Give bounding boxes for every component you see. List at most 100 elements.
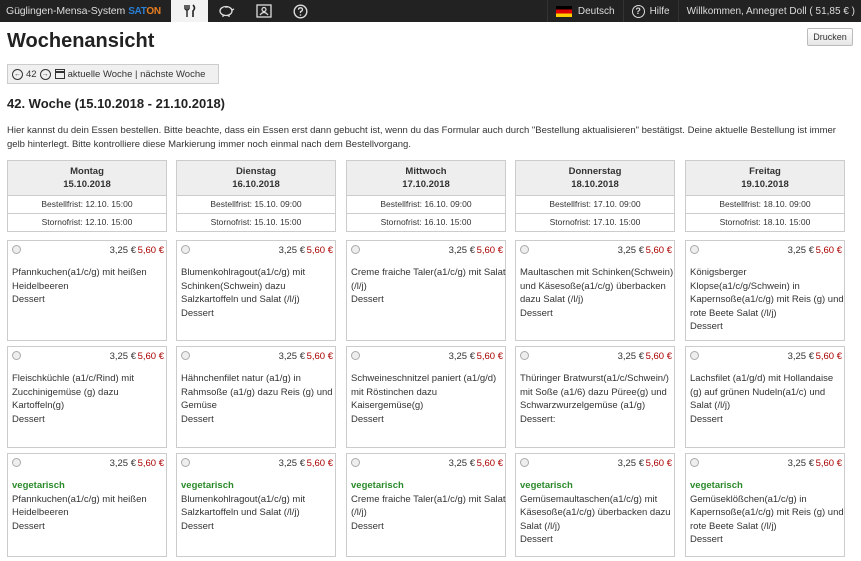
meal-radio[interactable] [351,458,360,467]
meal-dessert: Dessert [12,520,45,532]
meal-card[interactable]: 3,25 €5,60 € Thüringer Bratwurst(a1/c/Sch… [515,346,675,448]
meal-card[interactable]: 3,25 €5,60 € vegetarisch Pfannkuchen(a1/c/… [7,453,167,557]
meal-card[interactable]: 3,25 €5,60 € vegetarisch Creme fraiche Tal… [346,453,506,557]
cancel-deadline: Stornofrist: 17.10. 15:00 [515,214,675,232]
week-links[interactable]: aktuelle Woche | nächste Woche [68,69,206,80]
meal-radio[interactable] [12,351,21,360]
price-member: 3,25 € [617,351,644,362]
meal-text: Hähnchenfilet natur (a1/g) in Rahmsoße (… [181,373,333,411]
cutlery-icon [183,4,195,17]
vegetarian-label: vegetarisch [690,480,743,491]
meal-text: Gemüseklößchen(a1/c/g) in Kapernsoße(a1/… [690,493,844,532]
day-header: Montag 15.10.2018 [7,160,167,196]
meal-radio[interactable] [181,458,190,467]
meal-text: Schweineschnitzel paniert (a1/g/d) mit R… [351,373,497,411]
meal-card[interactable]: 3,25 €5,60 € Königsberger Klopse(a1/c/g/S… [685,240,845,341]
help-icon: ? [631,4,645,18]
meal-text: Blumenkohlragout(a1/c/g) mit Schinken(Sc… [181,267,306,305]
meal-card[interactable]: 3,25 €5,60 € Maultaschen mit Schinken(Sch… [515,240,675,341]
price-member: 3,25 € [617,245,644,256]
previous-week-icon[interactable]: ← [12,68,23,80]
help-link[interactable]: ? Hilfe [622,0,678,22]
meal-radio[interactable] [181,245,190,254]
meal-text: Pfannkuchen(a1/c/g) mit heißen Heidelbee… [12,267,147,292]
meal-card[interactable]: 3,25 €5,60 € Schweineschnitzel paniert (a… [346,346,506,448]
meal-card[interactable]: 3,25 €5,60 € vegetarisch Gemüsemaultaschen… [515,453,675,557]
nav-tab-help[interactable] [282,0,319,22]
meal-dessert: Dessert [12,294,45,305]
nav-tab-piggy-bank[interactable] [208,0,245,22]
cancel-deadline: Stornofrist: 12.10. 15:00 [7,214,167,232]
price-member: 3,25 € [278,351,305,362]
meal-radio[interactable] [351,351,360,360]
meal-radio[interactable] [690,351,699,360]
calendar-icon [54,69,65,79]
vegetarian-label: vegetarisch [351,480,404,491]
meal-description: Blumenkohlragout(a1/c/g) mit Schinken(Sc… [181,266,336,320]
meal-dessert: Dessert [351,294,384,305]
brand[interactable]: Güglingen-Mensa-System SATON [0,0,171,22]
brand-logo: SATON [128,5,161,17]
price-member: 3,25 € [109,245,136,256]
vegetarian-label: vegetarisch [520,480,573,491]
price-guest: 5,60 € [815,351,842,362]
meal-card[interactable]: 3,25 €5,60 € Fleischküchle (a1/c/Rind) mi… [7,346,167,448]
order-deadline: Bestellfrist: 12.10. 15:00 [7,196,167,214]
user-welcome[interactable]: Willkommen, Annegret Doll ( 51,85 € ) [677,0,861,22]
meal-radio[interactable] [12,458,21,467]
question-icon [293,3,308,19]
brand-name[interactable]: Güglingen-Mensa-System [6,5,125,17]
next-week-icon[interactable]: → [39,68,51,80]
meal-card[interactable]: 3,25 €5,60 € Pfannkuchen(a1/c/g) mit heiß… [7,240,167,341]
meal-radio[interactable] [520,351,529,360]
meal-description: vegetarisch Blumenkohlragout(a1/c/g) mit … [181,479,336,533]
day-date: 19.10.2018 [741,178,789,190]
meal-dessert: Dessert [690,534,723,545]
meal-description: Pfannkuchen(a1/c/g) mit heißen Heidelbee… [12,266,167,307]
meal-radio[interactable] [520,245,529,254]
top-navbar: Güglingen-Mensa-System SATON Deutsch ? H… [0,0,861,22]
price-member: 3,25 € [278,458,305,469]
meal-text: Maultaschen mit Schinken(Schwein) und Kä… [520,267,674,305]
meal-description: Maultaschen mit Schinken(Schwein) und Kä… [520,266,675,320]
price-guest: 5,60 € [137,458,164,469]
order-deadline: Bestellfrist: 16.10. 09:00 [346,196,506,214]
meal-dessert: Dessert [520,534,553,545]
user-card-icon [255,4,272,18]
nav-tab-user-card[interactable] [245,0,282,22]
meal-card[interactable]: 3,25 €5,60 € Creme fraiche Taler(a1/c/g) … [346,240,506,341]
meal-card[interactable]: 3,25 €5,60 € Blumenkohlragout(a1/c/g) mit… [176,240,336,341]
meal-radio[interactable] [181,351,190,360]
meal-card[interactable]: 3,25 €5,60 € vegetarisch Gemüseklößchen(a1… [685,453,845,557]
price-member: 3,25 € [109,351,136,362]
price-guest: 5,60 € [476,458,503,469]
meal-radio[interactable] [351,245,360,254]
price-guest: 5,60 € [306,245,333,256]
meal-radio[interactable] [690,245,699,254]
meal-description: vegetarisch Gemüsemaultaschen(a1/c/g) mit… [520,479,675,547]
meal-card[interactable]: 3,25 €5,60 € Lachsfilet (a1/g/d) mit Holl… [685,346,845,448]
meal-text: Gemüsemaultaschen(a1/c/g) mit Käsesoße(a… [520,493,671,532]
meal-description: vegetarisch Gemüseklößchen(a1/c/g) in Kap… [690,479,845,547]
price-member: 3,25 € [787,458,814,469]
day-header: Dienstag 16.10.2018 [176,160,336,196]
help-label: Hilfe [649,5,670,17]
order-deadline: Bestellfrist: 18.10. 09:00 [685,196,845,214]
meal-radio[interactable] [690,458,699,467]
print-button[interactable]: Drucken [807,28,853,46]
price-member: 3,25 € [448,245,475,256]
german-flag-icon [555,5,572,17]
nav-tab-menu[interactable] [171,0,208,22]
language-selector[interactable]: Deutsch [546,0,623,22]
day-date: 18.10.2018 [571,178,619,190]
day-header: Donnerstag 18.10.2018 [515,160,675,196]
day-name: Mittwoch [405,166,447,177]
meal-card[interactable]: 3,25 €5,60 € Hähnchenfilet natur (a1/g) i… [176,346,336,448]
meal-text: Blumenkohlragout(a1/c/g) mit Salzkartoff… [181,493,306,519]
day-date: 16.10.2018 [232,178,280,190]
meal-radio[interactable] [12,245,21,254]
meal-text: Creme fraiche Taler(a1/c/g) mit Salat (/… [351,493,506,519]
meal-card[interactable]: 3,25 €5,60 € vegetarisch Blumenkohlragout(… [176,453,336,557]
price-member: 3,25 € [448,351,475,362]
meal-radio[interactable] [520,458,529,467]
